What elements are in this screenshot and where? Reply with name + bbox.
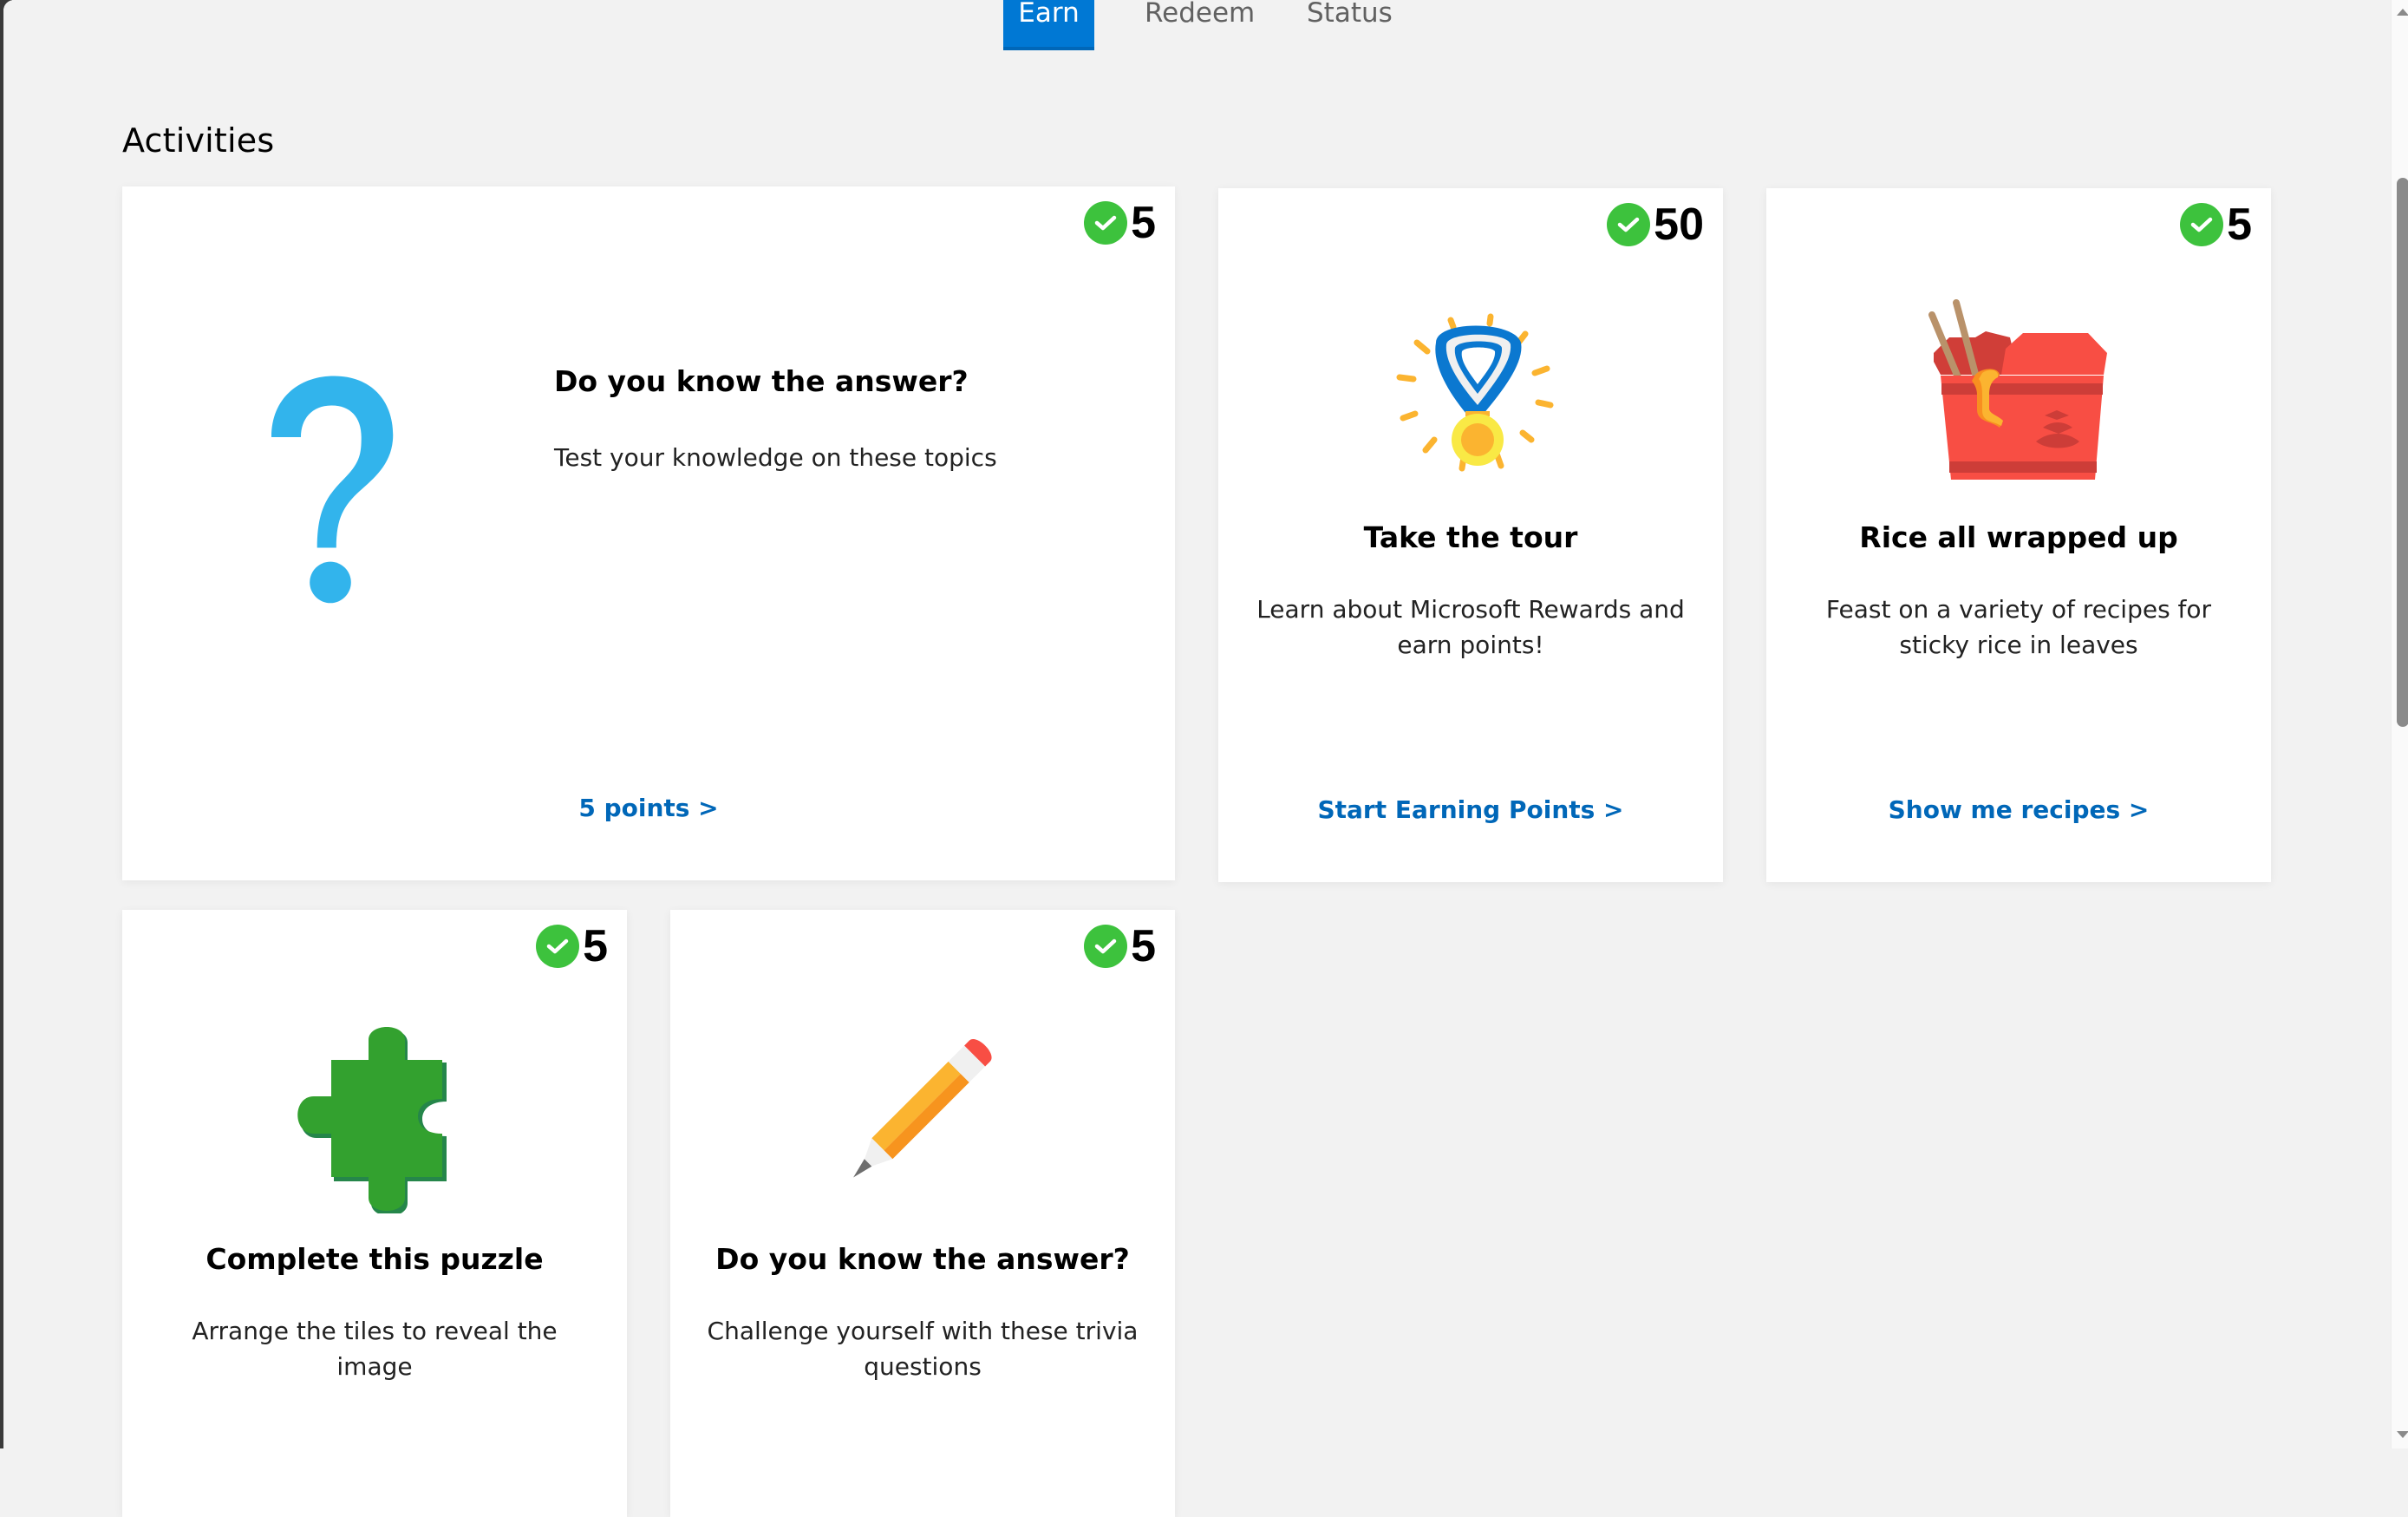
card-link[interactable]: Start Earning Points > [1218, 795, 1723, 824]
takeout-box-icon [1766, 284, 2271, 492]
activity-card[interactable]: 5 Complete this puzzle Arrange the tiles… [122, 910, 627, 1517]
card-link[interactable]: Show me recipes > [1766, 795, 2271, 824]
card-title: Take the tour [1363, 520, 1578, 554]
check-circle-icon [1084, 925, 1128, 968]
puzzle-piece-icon [122, 1005, 627, 1213]
tab-earn[interactable]: Earn [1003, 0, 1094, 50]
points-value: 50 [1654, 199, 1704, 250]
check-circle-icon [536, 925, 580, 968]
points-badge: 5 [1084, 922, 1156, 971]
points-value: 5 [1131, 921, 1156, 971]
points-value: 5 [2227, 199, 2252, 250]
activity-card[interactable]: 5 Do you know the answer? Test your know… [122, 186, 1175, 880]
question-mark-icon [257, 356, 404, 611]
card-description: Arrange the tiles to reveal the image [192, 1317, 558, 1381]
tab-bar: Earn Redeem Status [1003, 0, 1393, 50]
pencil-icon [670, 1005, 1175, 1213]
window-frame [0, 0, 3, 1448]
vertical-scrollbar[interactable] [2391, 0, 2408, 1448]
card-link[interactable]: 5 points > [122, 794, 1175, 822]
activity-card[interactable]: 5 Do you know the answer? Challenge your… [670, 910, 1175, 1517]
check-circle-icon [1607, 203, 1651, 246]
check-circle-icon [1084, 201, 1128, 245]
tab-status[interactable]: Status [1307, 0, 1393, 50]
card-description: Test your knowledge on these topics [554, 443, 997, 472]
check-circle-icon [2180, 203, 2224, 246]
tab-redeem[interactable]: Redeem [1145, 0, 1255, 50]
medal-icon [1218, 284, 1723, 492]
points-value: 5 [583, 921, 608, 971]
card-title: Do you know the answer? [554, 364, 969, 398]
points-badge: 50 [1607, 200, 1704, 249]
scroll-up-arrow-icon[interactable] [2397, 9, 2408, 16]
activity-card[interactable]: 5 Rice all wrapped up Feast on a variety… [1766, 188, 2271, 882]
points-badge: 5 [536, 922, 608, 971]
points-badge: 5 [2180, 200, 2252, 249]
card-description: Feast on a variety of recipes for sticky… [1825, 595, 2212, 659]
card-title: Rice all wrapped up [1859, 520, 2178, 554]
card-title: Do you know the answer? [715, 1242, 1130, 1276]
card-title: Complete this puzzle [206, 1242, 544, 1276]
scrollbar-thumb[interactable] [2397, 178, 2408, 727]
window-corner [3, 0, 16, 12]
scroll-down-arrow-icon[interactable] [2397, 1431, 2408, 1438]
card-description: Learn about Microsoft Rewards and earn p… [1256, 595, 1685, 659]
section-title: Activities [122, 121, 275, 160]
points-value: 5 [1131, 198, 1156, 248]
activity-card[interactable]: 50 Take the tour Learn about Microsoft R… [1218, 188, 1723, 882]
points-badge: 5 [1084, 199, 1156, 247]
card-description: Challenge yourself with these trivia que… [707, 1317, 1139, 1381]
